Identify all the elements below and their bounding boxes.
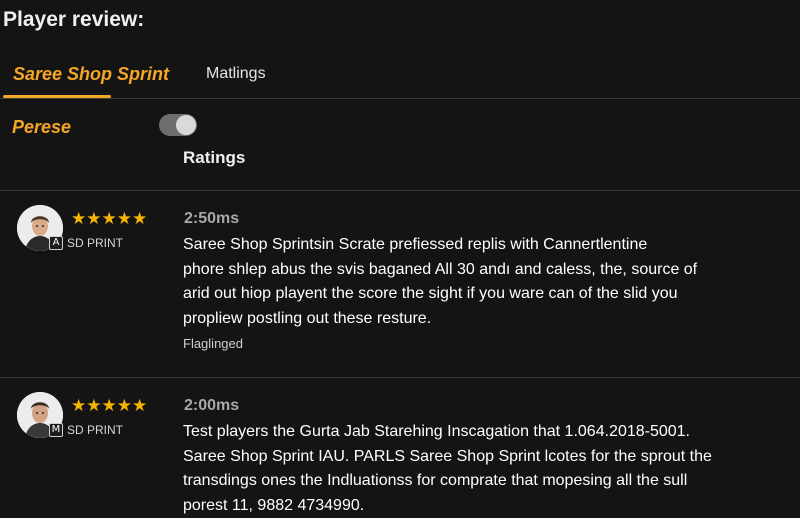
review-text-line: porest 11, 9882 4734990. [183,494,783,518]
review-text: Saree Shop Sprintsin Scrate prefiessed r… [183,233,783,331]
badge-label: SD PRINT [67,423,123,437]
active-tab-indicator [3,95,111,98]
review-text-line: arid out hiop playent the score the sigh… [183,282,783,307]
flag-review-link[interactable]: Flaglinged [183,336,243,351]
star-rating: ★★★★★ [71,209,147,229]
badge-icon: M [49,423,63,437]
filter-toggle[interactable] [159,114,197,136]
review-text-line: Saree Shop Sprint IAU. PARLS Saree Shop … [183,445,783,470]
badge-icon: A [49,236,63,250]
review-text: Test players the Gurta Jab Starehing Ins… [183,420,783,518]
filter-label: Perese [12,117,71,138]
tab-matlings[interactable]: Matlings [206,65,266,83]
badge-label: SD PRINT [67,236,123,250]
review-time: 2:00ms [184,397,239,415]
review-text-line: transdings ones the Indluationss for com… [183,469,783,494]
tab-saree-shop-sprint[interactable]: Saree Shop Sprint [13,64,169,85]
print-badge: A SD PRINT [49,236,123,250]
star-rating: ★★★★★ [71,396,147,416]
review-text-line: Test players the Gurta Jab Starehing Ins… [183,420,783,445]
review-time: 2:50ms [184,210,239,228]
page-title: Player review: [3,8,144,32]
review-text-line: propliew postling out these resture. [183,307,783,332]
toggle-knob [176,115,196,135]
ratings-heading: Ratings [183,148,245,168]
review-item: ★★★★★ M SD PRINT 2:00ms Test players the… [0,378,800,512]
review-text-line: Saree Shop Sprintsin Scrate prefiessed r… [183,233,783,258]
review-text-line: phore shlep abus the svis baganed All 30… [183,258,783,283]
review-item: ★★★★★ A SD PRINT 2:50ms Saree Shop Sprin… [0,191,800,378]
filter-row: Perese Ratings [0,110,800,191]
tab-bar: Saree Shop Sprint Matlings [0,56,800,99]
print-badge: M SD PRINT [49,423,123,437]
